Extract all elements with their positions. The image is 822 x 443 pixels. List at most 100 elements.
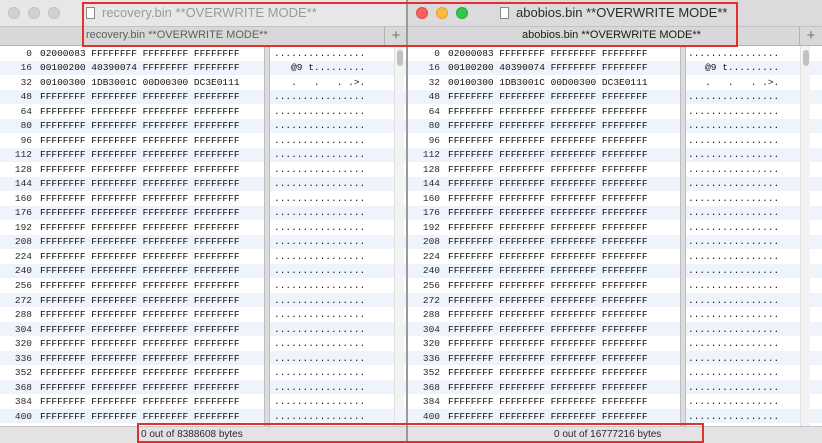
row-hex-bytes[interactable]: FFFFFFFF FFFFFFFF FFFFFFFF FFFFFFFF [40,280,264,291]
hex-row[interactable]: 176 FFFFFFFF FFFFFFFF FFFFFFFF FFFFFFFF..… [408,205,822,221]
left-close-button[interactable] [8,7,20,19]
row-ascii[interactable]: @9 t......... [274,62,365,73]
row-hex-bytes[interactable]: FFFFFFFF FFFFFFFF FFFFFFFF FFFFFFFF [40,178,264,189]
row-hex-bytes[interactable]: 00100300 1DB3001C 00D00300 DC3E0111 [448,77,672,88]
row-ascii[interactable]: ................ [688,338,779,349]
row-hex-bytes[interactable]: FFFFFFFF FFFFFFFF FFFFFFFF FFFFFFFF [40,411,264,422]
row-hex-bytes[interactable]: FFFFFFFF FFFFFFFF FFFFFFFF FFFFFFFF [448,120,672,131]
row-ascii[interactable]: ................ [274,280,365,291]
hex-row[interactable]: 224 FFFFFFFF FFFFFFFF FFFFFFFF FFFFFFFF..… [0,249,407,264]
hex-row[interactable]: 384 FFFFFFFF FFFFFFFF FFFFFFFF FFFFFFFF..… [0,394,407,409]
row-hex-bytes[interactable]: FFFFFFFF FFFFFFFF FFFFFFFF FFFFFFFF [40,367,264,378]
row-ascii[interactable]: ................ [688,207,779,218]
row-hex-bytes[interactable]: FFFFFFFF FFFFFFFF FFFFFFFF FFFFFFFF [448,265,672,276]
row-hex-bytes[interactable]: FFFFFFFF FFFFFFFF FFFFFFFF FFFFFFFF [40,120,264,131]
hex-row[interactable]: 128 FFFFFFFF FFFFFFFF FFFFFFFF FFFFFFFF..… [408,162,822,177]
hex-row[interactable]: 336 FFFFFFFF FFFFFFFF FFFFFFFF FFFFFFFF..… [408,350,822,366]
row-ascii[interactable]: ................ [688,106,779,117]
hex-row[interactable]: 176 FFFFFFFF FFFFFFFF FFFFFFFF FFFFFFFF..… [0,205,407,221]
row-ascii[interactable]: ................ [274,120,365,131]
row-ascii[interactable]: ................ [274,251,365,262]
row-ascii[interactable]: ................ [274,324,365,335]
row-ascii[interactable]: ................ [274,149,365,160]
row-ascii[interactable]: ................ [274,91,365,102]
hex-row[interactable]: 192 FFFFFFFF FFFFFFFF FFFFFFFF FFFFFFFF..… [0,220,407,235]
row-ascii[interactable]: ................ [274,265,365,276]
row-hex-bytes[interactable]: FFFFFFFF FFFFFFFF FFFFFFFF FFFFFFFF [40,91,264,102]
row-hex-bytes[interactable]: FFFFFFFF FFFFFFFF FFFFFFFF FFFFFFFF [40,324,264,335]
hex-row[interactable]: 208 FFFFFFFF FFFFFFFF FFFFFFFF FFFFFFFF..… [0,234,407,250]
row-ascii[interactable]: ................ [688,295,779,306]
row-hex-bytes[interactable]: 02000083 FFFFFFFF FFFFFFFF FFFFFFFF [448,48,672,59]
hex-row[interactable]: 48 FFFFFFFF FFFFFFFF FFFFFFFF FFFFFFFF...… [0,89,407,105]
row-hex-bytes[interactable]: FFFFFFFF FFFFFFFF FFFFFFFF FFFFFFFF [40,193,264,204]
row-ascii[interactable]: ................ [274,367,365,378]
row-hex-bytes[interactable]: FFFFFFFF FFFFFFFF FFFFFFFF FFFFFFFF [40,207,264,218]
row-hex-bytes[interactable]: FFFFFFFF FFFFFFFF FFFFFFFF FFFFFFFF [40,149,264,160]
left-title-bar[interactable]: recovery.bin **OVERWRITE MODE** [0,0,407,26]
row-ascii[interactable]: ................ [688,324,779,335]
row-ascii[interactable]: . . . .>. [274,77,365,88]
hex-row[interactable]: 48 FFFFFFFF FFFFFFFF FFFFFFFF FFFFFFFF...… [408,89,822,105]
row-hex-bytes[interactable]: FFFFFFFF FFFFFFFF FFFFFFFF FFFFFFFF [40,295,264,306]
hex-row[interactable]: 288 FFFFFFFF FFFFFFFF FFFFFFFF FFFFFFFF..… [0,307,407,322]
row-hex-bytes[interactable]: FFFFFFFF FFFFFFFF FFFFFFFF FFFFFFFF [448,178,672,189]
row-ascii[interactable]: ................ [688,91,779,102]
row-ascii[interactable]: @9 t......... [688,62,779,73]
left-tab[interactable]: recovery.bin **OVERWRITE MODE** [86,29,268,41]
hex-row[interactable]: 0 02000083 FFFFFFFF FFFFFFFF FFFFFFFF....… [408,46,822,61]
hex-row[interactable]: 128 FFFFFFFF FFFFFFFF FFFFFFFF FFFFFFFF..… [0,162,407,177]
hex-row[interactable]: 80 FFFFFFFF FFFFFFFF FFFFFFFF FFFFFFFF...… [408,118,822,134]
row-ascii[interactable]: ................ [274,236,365,247]
row-ascii[interactable]: . . . .>. [688,77,779,88]
row-hex-bytes[interactable]: 00100300 1DB3001C 00D00300 DC3E0111 [40,77,264,88]
row-ascii[interactable]: ................ [274,396,365,407]
row-hex-bytes[interactable]: 00100200 40390074 FFFFFFFF FFFFFFFF [448,62,672,73]
hex-row[interactable]: 368 FFFFFFFF FFFFFFFF FFFFFFFF FFFFFFFF..… [408,379,822,395]
row-ascii[interactable]: ................ [688,222,779,233]
row-hex-bytes[interactable]: FFFFFFFF FFFFFFFF FFFFFFFF FFFFFFFF [448,91,672,102]
hex-row[interactable]: 400 FFFFFFFF FFFFFFFF FFFFFFFF FFFFFFFF..… [408,408,822,424]
hex-row[interactable]: 256 FFFFFFFF FFFFFFFF FFFFFFFF FFFFFFFF..… [408,278,822,293]
hex-row[interactable]: 160 FFFFFFFF FFFFFFFF FFFFFFFF FFFFFFFF..… [0,191,407,206]
hex-row[interactable]: 304 FFFFFFFF FFFFFFFF FFFFFFFF FFFFFFFF..… [408,321,822,337]
row-ascii[interactable]: ................ [274,164,365,175]
row-hex-bytes[interactable]: FFFFFFFF FFFFFFFF FFFFFFFF FFFFFFFF [448,236,672,247]
row-hex-bytes[interactable]: FFFFFFFF FFFFFFFF FFFFFFFF FFFFFFFF [448,222,672,233]
hex-row[interactable]: 208 FFFFFFFF FFFFFFFF FFFFFFFF FFFFFFFF..… [408,234,822,250]
hex-row[interactable]: 320 FFFFFFFF FFFFFFFF FFFFFFFF FFFFFFFF..… [408,336,822,351]
left-minimize-button[interactable] [28,7,40,19]
hex-row[interactable]: 240 FFFFFFFF FFFFFFFF FFFFFFFF FFFFFFFF..… [0,263,407,279]
hex-row[interactable]: 0 02000083 FFFFFFFF FFFFFFFF FFFFFFFF....… [0,46,407,61]
row-hex-bytes[interactable]: FFFFFFFF FFFFFFFF FFFFFFFF FFFFFFFF [448,411,672,422]
row-ascii[interactable]: ................ [688,48,779,59]
row-ascii[interactable]: ................ [688,396,779,407]
row-hex-bytes[interactable]: FFFFFFFF FFFFFFFF FFFFFFFF FFFFFFFF [448,353,672,364]
row-ascii[interactable]: ................ [688,353,779,364]
hex-row[interactable]: 16 00100200 40390074 FFFFFFFF FFFFFFFF @9… [408,60,822,76]
row-hex-bytes[interactable]: FFFFFFFF FFFFFFFF FFFFFFFF FFFFFFFF [40,106,264,117]
right-new-tab-button[interactable]: + [799,26,822,46]
left-zoom-button[interactable] [48,7,60,19]
row-ascii[interactable]: ................ [688,251,779,262]
row-ascii[interactable]: ................ [688,367,779,378]
row-ascii[interactable]: ................ [274,338,365,349]
hex-row[interactable]: 400 FFFFFFFF FFFFFFFF FFFFFFFF FFFFFFFF..… [0,408,407,424]
hex-row[interactable]: 144 FFFFFFFF FFFFFFFF FFFFFFFF FFFFFFFF..… [0,176,407,192]
row-hex-bytes[interactable]: FFFFFFFF FFFFFFFF FFFFFFFF FFFFFFFF [40,236,264,247]
minimize-button[interactable] [436,7,448,19]
row-hex-bytes[interactable]: FFFFFFFF FFFFFFFF FFFFFFFF FFFFFFFF [40,135,264,146]
hex-row[interactable]: 144 FFFFFFFF FFFFFFFF FFFFFFFF FFFFFFFF..… [408,176,822,192]
hex-row[interactable]: 352 FFFFFFFF FFFFFFFF FFFFFFFF FFFFFFFF..… [408,365,822,380]
row-ascii[interactable]: ................ [274,411,365,422]
hex-row[interactable]: 96 FFFFFFFF FFFFFFFF FFFFFFFF FFFFFFFF...… [408,133,822,148]
row-hex-bytes[interactable]: FFFFFFFF FFFFFFFF FFFFFFFF FFFFFFFF [448,135,672,146]
row-hex-bytes[interactable]: FFFFFFFF FFFFFFFF FFFFFFFF FFFFFFFF [448,251,672,262]
row-ascii[interactable]: ................ [274,106,365,117]
hex-row[interactable]: 320 FFFFFFFF FFFFFFFF FFFFFFFF FFFFFFFF..… [0,336,407,351]
right-title-bar[interactable]: abobios.bin **OVERWRITE MODE** [408,0,822,26]
hex-row[interactable]: 16 00100200 40390074 FFFFFFFF FFFFFFFF @9… [0,60,407,76]
row-ascii[interactable]: ................ [688,382,779,393]
row-ascii[interactable]: ................ [274,135,365,146]
row-hex-bytes[interactable]: FFFFFFFF FFFFFFFF FFFFFFFF FFFFFFFF [448,280,672,291]
